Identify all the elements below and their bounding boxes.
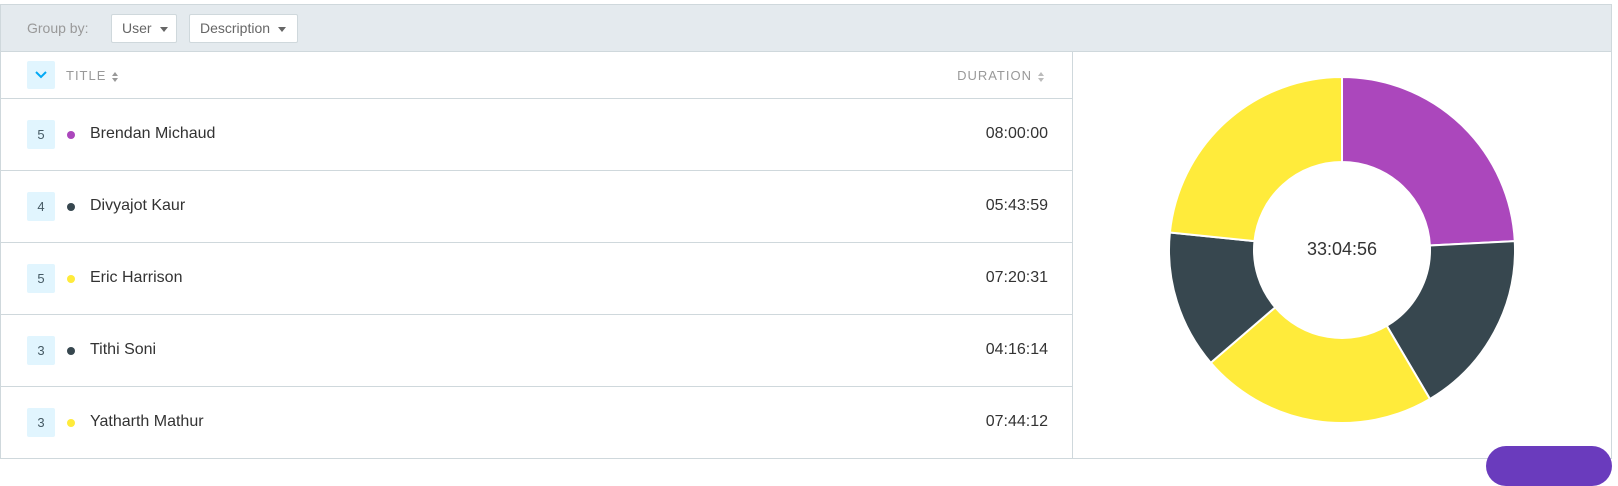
chart-pane: 33:04:56: [1073, 52, 1611, 458]
row-title: Tithi Soni: [90, 341, 157, 358]
group-by-label: Group by:: [27, 20, 89, 36]
entry-count-badge: 4: [27, 192, 55, 221]
row-title: Brendan Michaud: [90, 125, 216, 142]
row-duration: 07:20:31: [985, 269, 1048, 286]
color-dot: [67, 347, 75, 355]
group-by-bar: Group by: User Description: [1, 5, 1611, 52]
group-by-description-value: Description: [200, 20, 271, 36]
caret-down-icon: [159, 26, 168, 32]
entry-count-badge: 3: [27, 408, 55, 437]
table-row[interactable]: 3 Yatharth Mathur 07:44:12: [1, 387, 1072, 458]
table-row[interactable]: 5 Brendan Michaud 08:00:00: [1, 99, 1072, 171]
row-duration: 04:16:14: [985, 341, 1048, 358]
title-header-label: TITLE: [66, 68, 107, 83]
sort-icon: [112, 71, 119, 82]
caret-down-icon: [278, 26, 287, 32]
group-by-user-value: User: [122, 20, 152, 36]
collapse-all-button[interactable]: [27, 61, 55, 89]
total-duration-label: 33:04:56: [1307, 239, 1377, 259]
row-duration: 07:44:12: [985, 413, 1048, 430]
donut-chart: 33:04:56: [1168, 75, 1516, 424]
group-by-user-dropdown[interactable]: User: [111, 14, 177, 43]
row-title: Eric Harrison: [90, 269, 183, 286]
floating-action-button[interactable]: [1486, 446, 1612, 486]
color-dot: [67, 203, 75, 211]
entry-count-badge: 5: [27, 120, 55, 149]
row-duration: 05:43:59: [985, 197, 1048, 214]
row-title: Divyajot Kaur: [90, 197, 186, 214]
color-dot: [67, 131, 75, 139]
table-row[interactable]: 4 Divyajot Kaur 05:43:59: [1, 171, 1072, 243]
list-header: TITLE DURATION: [1, 52, 1072, 99]
table-row[interactable]: 3 Tithi Soni 04:16:14: [1, 315, 1072, 387]
color-dot: [67, 275, 75, 283]
title-sort-header[interactable]: TITLE: [66, 68, 119, 83]
color-dot: [67, 419, 75, 427]
grouped-list: TITLE DURATION 5 Brendan Michaud 08:00:0…: [1, 52, 1073, 458]
entry-count-badge: 5: [27, 264, 55, 293]
row-title: Yatharth Mathur: [90, 413, 204, 430]
row-duration: 08:00:00: [985, 125, 1048, 142]
group-by-description-dropdown[interactable]: Description: [189, 14, 298, 43]
report-panel: Group by: User Description TITLE DURATIO…: [0, 4, 1612, 459]
duration-sort-header[interactable]: DURATION: [957, 68, 1044, 83]
chevron-down-icon: [35, 71, 47, 79]
donut-slice[interactable]: [1341, 75, 1516, 247]
table-row[interactable]: 5 Eric Harrison 07:20:31: [1, 243, 1072, 315]
entry-count-badge: 3: [27, 336, 55, 365]
duration-header-label: DURATION: [957, 68, 1032, 83]
sort-icon: [1038, 71, 1044, 82]
donut-slice[interactable]: [1168, 75, 1343, 243]
